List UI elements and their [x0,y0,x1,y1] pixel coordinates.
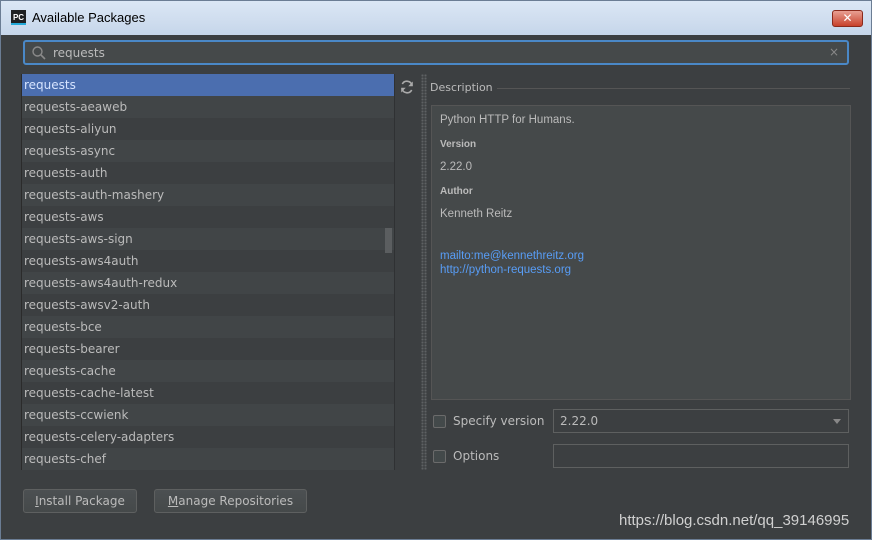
manage-repositories-button[interactable]: Manage Repositories [154,489,307,513]
package-list-item[interactable]: requests-chef [22,448,395,470]
package-list-item[interactable]: requests-celery-adapters [22,426,395,448]
version-dropdown-value: 2.22.0 [560,414,599,428]
manage-label: anage Repositories [178,494,294,508]
package-list-scrollbar[interactable] [384,74,394,470]
manage-mnemonic: M [167,494,179,508]
description-label: Description [430,81,493,94]
package-list-item[interactable]: requests-cache [22,360,395,382]
specify-version-label[interactable]: Specify version [453,414,544,428]
package-list-item[interactable]: requests-aws4auth [22,250,395,272]
install-package-button[interactable]: Install Package [23,489,137,513]
refresh-icon[interactable] [399,79,415,95]
options-field[interactable] [553,444,849,468]
author-email-link[interactable]: mailto:me@kennethreitz.org [440,250,584,262]
package-list-item[interactable]: requests-async [22,140,395,162]
package-version: 2.22.0 [440,161,472,173]
package-list-item[interactable]: requests-aliyun [22,118,395,140]
package-list-item[interactable]: requests-auth-mashery [22,184,395,206]
install-label: nstall Package [38,494,125,508]
close-button[interactable]: ✕ [832,10,863,27]
package-list-item[interactable]: requests-bearer [22,338,395,360]
panel-splitter[interactable] [421,74,427,470]
clear-search-icon[interactable]: × [829,45,839,59]
list-toolbar [394,74,421,470]
version-dropdown[interactable]: 2.22.0 [553,409,849,433]
package-list-item[interactable]: requests-cache-latest [22,382,395,404]
package-search-field[interactable]: × [23,40,849,65]
scrollbar-thumb[interactable] [385,228,392,253]
title-bar[interactable]: PC Available Packages ✕ [1,1,871,35]
options-checkbox[interactable] [433,450,446,463]
package-list-item[interactable]: requests [22,74,395,96]
package-list-item[interactable]: requests-auth [22,162,395,184]
package-list-item[interactable]: requests-aws-sign [22,228,395,250]
watermark: https://blog.csdn.net/qq_39146995 [619,512,850,529]
pycharm-app-icon: PC [11,10,26,25]
author-heading: Author [440,186,473,197]
package-list-item[interactable]: requests-ccwienk [22,404,395,426]
specify-version-checkbox[interactable] [433,415,446,428]
package-list-item[interactable]: requests-bce [22,316,395,338]
search-input[interactable] [53,44,813,61]
package-author: Kenneth Reitz [440,208,513,220]
description-divider [497,88,850,89]
package-list-item[interactable]: requests-aws [22,206,395,228]
window-title: Available Packages [32,10,146,25]
options-label[interactable]: Options [453,449,499,463]
search-icon[interactable] [31,45,47,61]
version-heading: Version [440,139,477,150]
homepage-link[interactable]: http://python-requests.org [440,264,571,276]
package-list-item[interactable]: requests-aeaweb [22,96,395,118]
package-list-item[interactable]: requests-awsv2-auth [22,294,395,316]
package-list[interactable]: requests requests-aeaweb requests-aliyun re… [21,74,395,470]
chevron-down-icon [833,419,841,424]
package-list-item[interactable]: requests-aws4auth-redux [22,272,395,294]
package-summary: Python HTTP for Humans. [440,114,575,126]
